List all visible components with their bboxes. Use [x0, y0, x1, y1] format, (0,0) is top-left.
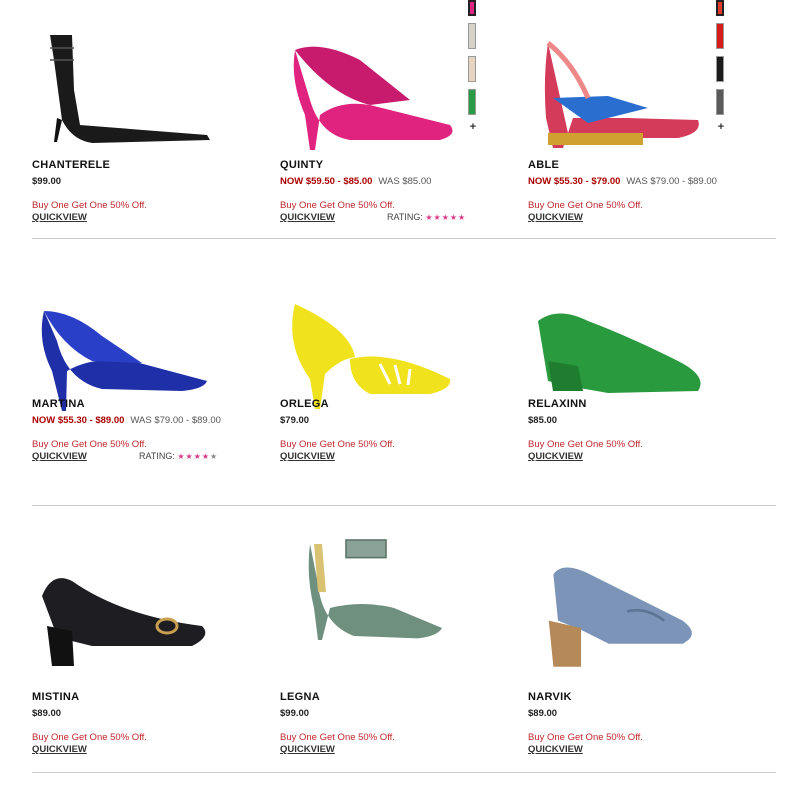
product-price: NOW $55.30 - $89.00 WAS $79.00 - $89.00: [32, 415, 221, 426]
quickview-link[interactable]: QUICKVIEW: [280, 744, 335, 755]
original-price: WAS $85.00: [378, 176, 432, 187]
promo-text: Buy One Get One 50% Off.: [528, 200, 643, 211]
sale-price: NOW $55.30 - $89.00: [32, 415, 125, 426]
product-name[interactable]: MISTINA: [32, 691, 79, 703]
product-name[interactable]: MARTINA: [32, 398, 85, 410]
star-rating-icon[interactable]: ★★★★★: [425, 213, 466, 222]
product-price: $85.00: [528, 415, 557, 426]
price-value: $99.00: [280, 708, 310, 719]
product-image[interactable]: [528, 38, 708, 158]
product-price: NOW $59.50 - $85.00 WAS $85.00: [280, 176, 431, 187]
sale-price: NOW $59.50 - $85.00: [280, 176, 373, 187]
product-image[interactable]: [32, 30, 212, 150]
color-swatch[interactable]: [468, 56, 476, 82]
price-value: $89.00: [528, 708, 558, 719]
quickview-link[interactable]: QUICKVIEW: [32, 451, 87, 462]
product-row: MISTINA $89.00 Buy One Get One 50% Off. …: [32, 506, 776, 773]
color-swatches: +: [468, 0, 480, 133]
product-grid: CHANTERELE $99.00 Buy One Get One 50% Of…: [32, 0, 776, 773]
promo-text: Buy One Get One 50% Off.: [528, 732, 643, 743]
rating: RATING: ★★★★★: [387, 212, 466, 222]
product-card: + QUINTY NOW $59.50 - $85.00 WAS $85.00 B…: [280, 0, 528, 238]
product-card: MISTINA $89.00 Buy One Get One 50% Off. …: [32, 506, 280, 772]
product-image[interactable]: [32, 566, 212, 686]
product-price: $99.00: [32, 176, 61, 187]
promo-text: Buy One Get One 50% Off.: [32, 200, 147, 211]
product-name[interactable]: QUINTY: [280, 159, 323, 171]
star-rating-icon[interactable]: ★★★★★: [177, 452, 218, 461]
color-swatch[interactable]: [716, 56, 724, 82]
rating: RATING: ★★★★★: [139, 451, 218, 461]
color-swatches: +: [716, 0, 728, 133]
rating-label: RATING:: [387, 212, 423, 222]
color-swatch[interactable]: [716, 89, 724, 115]
product-image[interactable]: [280, 40, 460, 160]
price-value: $79.00: [280, 415, 310, 426]
product-price: NOW $55.30 - $79.00 WAS $79.00 - $89.00: [528, 176, 717, 187]
color-swatch[interactable]: [716, 0, 724, 16]
product-name[interactable]: ORLEGA: [280, 398, 329, 410]
original-price: WAS $79.00 - $89.00: [626, 176, 717, 187]
product-card: + ABLE NOW $55.30 - $79.00 WAS $79.00 - $…: [528, 0, 776, 238]
product-name[interactable]: LEGNA: [280, 691, 320, 703]
product-card: MARTINA NOW $55.30 - $89.00 WAS $79.00 - …: [32, 239, 280, 505]
quickview-link[interactable]: QUICKVIEW: [32, 744, 87, 755]
product-card: CHANTERELE $99.00 Buy One Get One 50% Of…: [32, 0, 280, 238]
promo-text: Buy One Get One 50% Off.: [280, 200, 395, 211]
product-card: LEGNA $99.00 Buy One Get One 50% Off. QU…: [280, 506, 528, 772]
product-price: $89.00: [32, 708, 61, 719]
original-price: WAS $79.00 - $89.00: [130, 415, 221, 426]
product-row: MARTINA NOW $55.30 - $89.00 WAS $79.00 - …: [32, 239, 776, 506]
product-price: $89.00: [528, 708, 557, 719]
color-swatch[interactable]: [468, 23, 476, 49]
promo-text: Buy One Get One 50% Off.: [280, 439, 395, 450]
product-name[interactable]: NARVIK: [528, 691, 572, 703]
product-row: CHANTERELE $99.00 Buy One Get One 50% Of…: [32, 0, 776, 239]
price-value: $99.00: [32, 176, 62, 187]
quickview-link[interactable]: QUICKVIEW: [32, 212, 87, 223]
promo-text: Buy One Get One 50% Off.: [32, 439, 147, 450]
quickview-link[interactable]: QUICKVIEW: [528, 451, 583, 462]
product-price: $99.00: [280, 708, 309, 719]
more-colors-icon[interactable]: +: [468, 122, 478, 133]
rating-label: RATING:: [139, 451, 175, 461]
product-card: ORLEGA $79.00 Buy One Get One 50% Off. Q…: [280, 239, 528, 505]
sale-price: NOW $55.30 - $79.00: [528, 176, 621, 187]
product-image[interactable]: [528, 556, 708, 676]
color-swatch[interactable]: [716, 23, 724, 49]
product-card: NARVIK $89.00 Buy One Get One 50% Off. Q…: [528, 506, 776, 772]
color-swatch[interactable]: [468, 0, 476, 16]
promo-text: Buy One Get One 50% Off.: [280, 732, 395, 743]
quickview-link[interactable]: QUICKVIEW: [528, 212, 583, 223]
quickview-link[interactable]: QUICKVIEW: [280, 212, 335, 223]
price-value: $85.00: [528, 415, 558, 426]
product-name[interactable]: RELAXINN: [528, 398, 587, 410]
product-name[interactable]: CHANTERELE: [32, 159, 110, 171]
product-card: RELAXINN $85.00 Buy One Get One 50% Off.…: [528, 239, 776, 505]
promo-text: Buy One Get One 50% Off.: [528, 439, 643, 450]
promo-text: Buy One Get One 50% Off.: [32, 732, 147, 743]
product-name[interactable]: ABLE: [528, 159, 559, 171]
more-colors-icon[interactable]: +: [716, 122, 726, 133]
product-price: $79.00: [280, 415, 309, 426]
color-swatch[interactable]: [468, 89, 476, 115]
quickview-link[interactable]: QUICKVIEW: [528, 744, 583, 755]
product-image[interactable]: [280, 528, 460, 648]
price-value: $89.00: [32, 708, 62, 719]
quickview-link[interactable]: QUICKVIEW: [280, 451, 335, 462]
